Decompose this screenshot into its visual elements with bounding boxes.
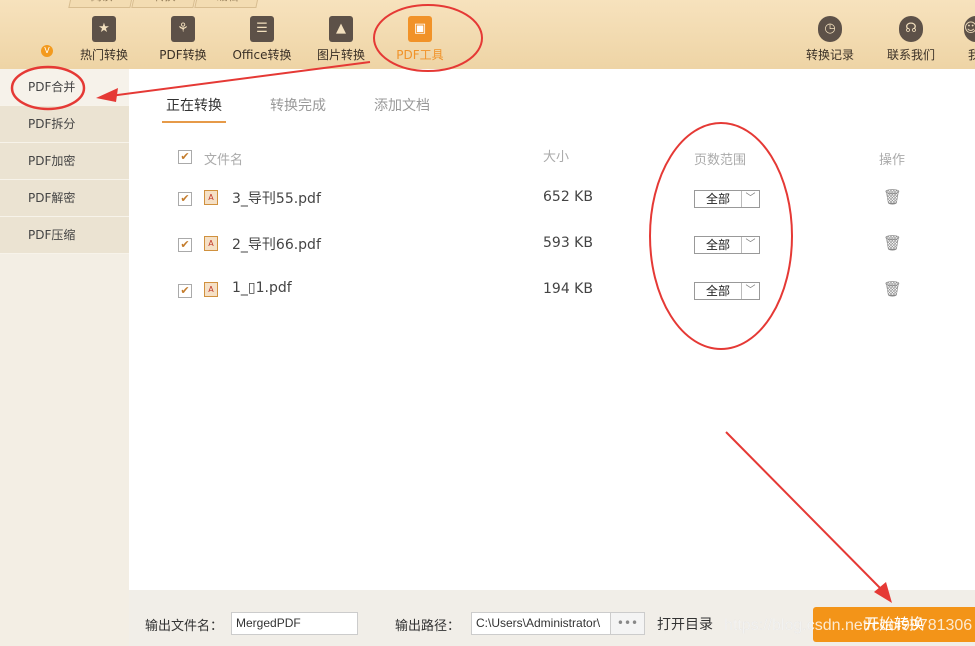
tool-label: PDF工具 [396,48,444,62]
tab-converting[interactable]: 正在转换 [162,95,226,123]
table-row: ✔ A 2_导刊66.pdf 593 KB 全部 ﹀ 🗑 [129,221,975,267]
select-all-checkbox[interactable]: ✔ [178,150,192,164]
file-name: 1_▯1.pdf [232,280,292,296]
user-icon: ☺ [964,16,975,42]
tab-convert-label: 转换 [154,0,176,3]
sidebar-item-pdf-merge[interactable]: PDF合并 [0,69,129,106]
output-path-input[interactable]: C:\Users\Administrator\ [471,612,611,635]
bottom-bar: 输出文件名： MergedPDF 输出路径： C:\Users\Administ… [129,590,975,646]
file-size: 194 KB [543,281,593,297]
header-action: 操作 [879,153,906,168]
pdf-icon: ⚘ [171,16,195,42]
image-icon: ▲ [329,16,353,42]
pdf-file-icon: A [204,236,218,251]
page-range-select[interactable]: 全部 ﹀ [694,190,760,208]
tool-hot-convert[interactable]: ★ 热门转换 [64,16,144,66]
sidebar-item-pdf-decrypt[interactable]: PDF解密 [0,180,129,217]
tool-label: 图片转换 [316,48,365,62]
row-checkbox[interactable]: ✔ [178,284,192,298]
header-size: 大小 [543,150,570,165]
top-toolbar: 阅读 转换 编辑 V ★ 热门转换 ⚘ PDF转换 ☰ Office转换 ▲ 图… [0,0,975,69]
file-name: 2_导刊66.pdf [232,237,321,253]
tool-pdf-convert[interactable]: ⚘ PDF转换 [143,16,223,66]
page-range-value: 全部 [705,284,730,298]
user-avatar[interactable]: V [41,45,53,57]
toolbox-icon: ▣ [408,16,432,42]
tab-completed[interactable]: 转换完成 [266,95,330,123]
document-icon: ☰ [250,16,274,42]
tool-history[interactable]: ◷ 转换记录 [790,16,870,66]
browse-button[interactable]: ••• [611,612,645,635]
tool-label: Office转换 [232,48,292,62]
start-convert-button[interactable]: 开始转换 [813,607,975,642]
tab-add-document[interactable]: 添加文档 [370,95,434,123]
pdf-file-icon: A [204,190,218,205]
output-filename-label: 输出文件名： [145,619,224,634]
page-range-select[interactable]: 全部 ﹀ [694,282,760,300]
tool-label: 转换记录 [805,48,854,62]
tool-label: 我 [968,48,975,62]
main-panel: 正在转换 转换完成 添加文档 ✔ 文件名 大小 页数范围 操作 ✔ A 3_导刊… [129,69,975,590]
sidebar-item-pdf-encrypt[interactable]: PDF加密 [0,143,129,180]
sidebar: PDF合并 PDF拆分 PDF加密 PDF解密 PDF压缩 [0,69,129,646]
pdf-file-icon: A [204,282,218,297]
row-checkbox[interactable]: ✔ [178,238,192,252]
tool-image-convert[interactable]: ▲ 图片转换 [301,16,381,66]
page-range-value: 全部 [705,238,730,252]
chevron-down-icon: ﹀ [741,237,759,253]
delete-icon[interactable]: 🗑 [883,188,902,206]
star-icon: ★ [92,16,116,42]
page-range-value: 全部 [705,192,730,206]
tab-edit-label: 编辑 [217,0,239,3]
table-row: ✔ A 3_导刊55.pdf 652 KB 全部 ﹀ 🗑 [129,175,975,221]
sub-tabs: 正在转换 转换完成 添加文档 [162,95,474,123]
tool-me[interactable]: ☺ 我 [952,16,975,66]
chevron-down-icon: ﹀ [741,283,759,299]
header-page-range: 页数范围 [694,153,747,168]
page-range-select[interactable]: 全部 ﹀ [694,236,760,254]
tool-contact[interactable]: ☊ 联系我们 [871,16,951,66]
tool-label: 联系我们 [886,48,935,62]
output-path-label: 输出路径： [395,619,461,634]
header-filename: 文件名 [204,153,244,168]
row-checkbox[interactable]: ✔ [178,192,192,206]
tool-pdf-tools[interactable]: ▣ PDF工具 [380,16,460,66]
tab-read-label: 阅读 [91,0,113,3]
open-directory-link[interactable]: 打开目录 [657,614,713,634]
headset-icon: ☊ [899,16,923,42]
table-row: ✔ A 1_▯1.pdf 194 KB 全部 ﹀ 🗑 [129,267,975,313]
tool-office-convert[interactable]: ☰ Office转换 [222,16,302,66]
tool-label: 热门转换 [79,48,128,62]
tab-read[interactable]: 阅读 [68,0,134,8]
file-name: 3_导刊55.pdf [232,191,321,207]
sidebar-item-pdf-split[interactable]: PDF拆分 [0,106,129,143]
output-filename-input[interactable]: MergedPDF [231,612,358,635]
delete-icon[interactable]: 🗑 [883,280,902,298]
clock-icon: ◷ [818,16,842,42]
tool-label: PDF转换 [159,48,207,62]
tab-convert[interactable]: 转换 [131,0,197,8]
sidebar-item-pdf-compress[interactable]: PDF压缩 [0,217,129,254]
delete-icon[interactable]: 🗑 [883,234,902,252]
file-size: 652 KB [543,189,593,205]
chevron-down-icon: ﹀ [741,191,759,207]
tab-edit[interactable]: 编辑 [194,0,260,8]
file-size: 593 KB [543,235,593,251]
mode-tabs: 阅读 转换 编辑 [68,0,260,8]
